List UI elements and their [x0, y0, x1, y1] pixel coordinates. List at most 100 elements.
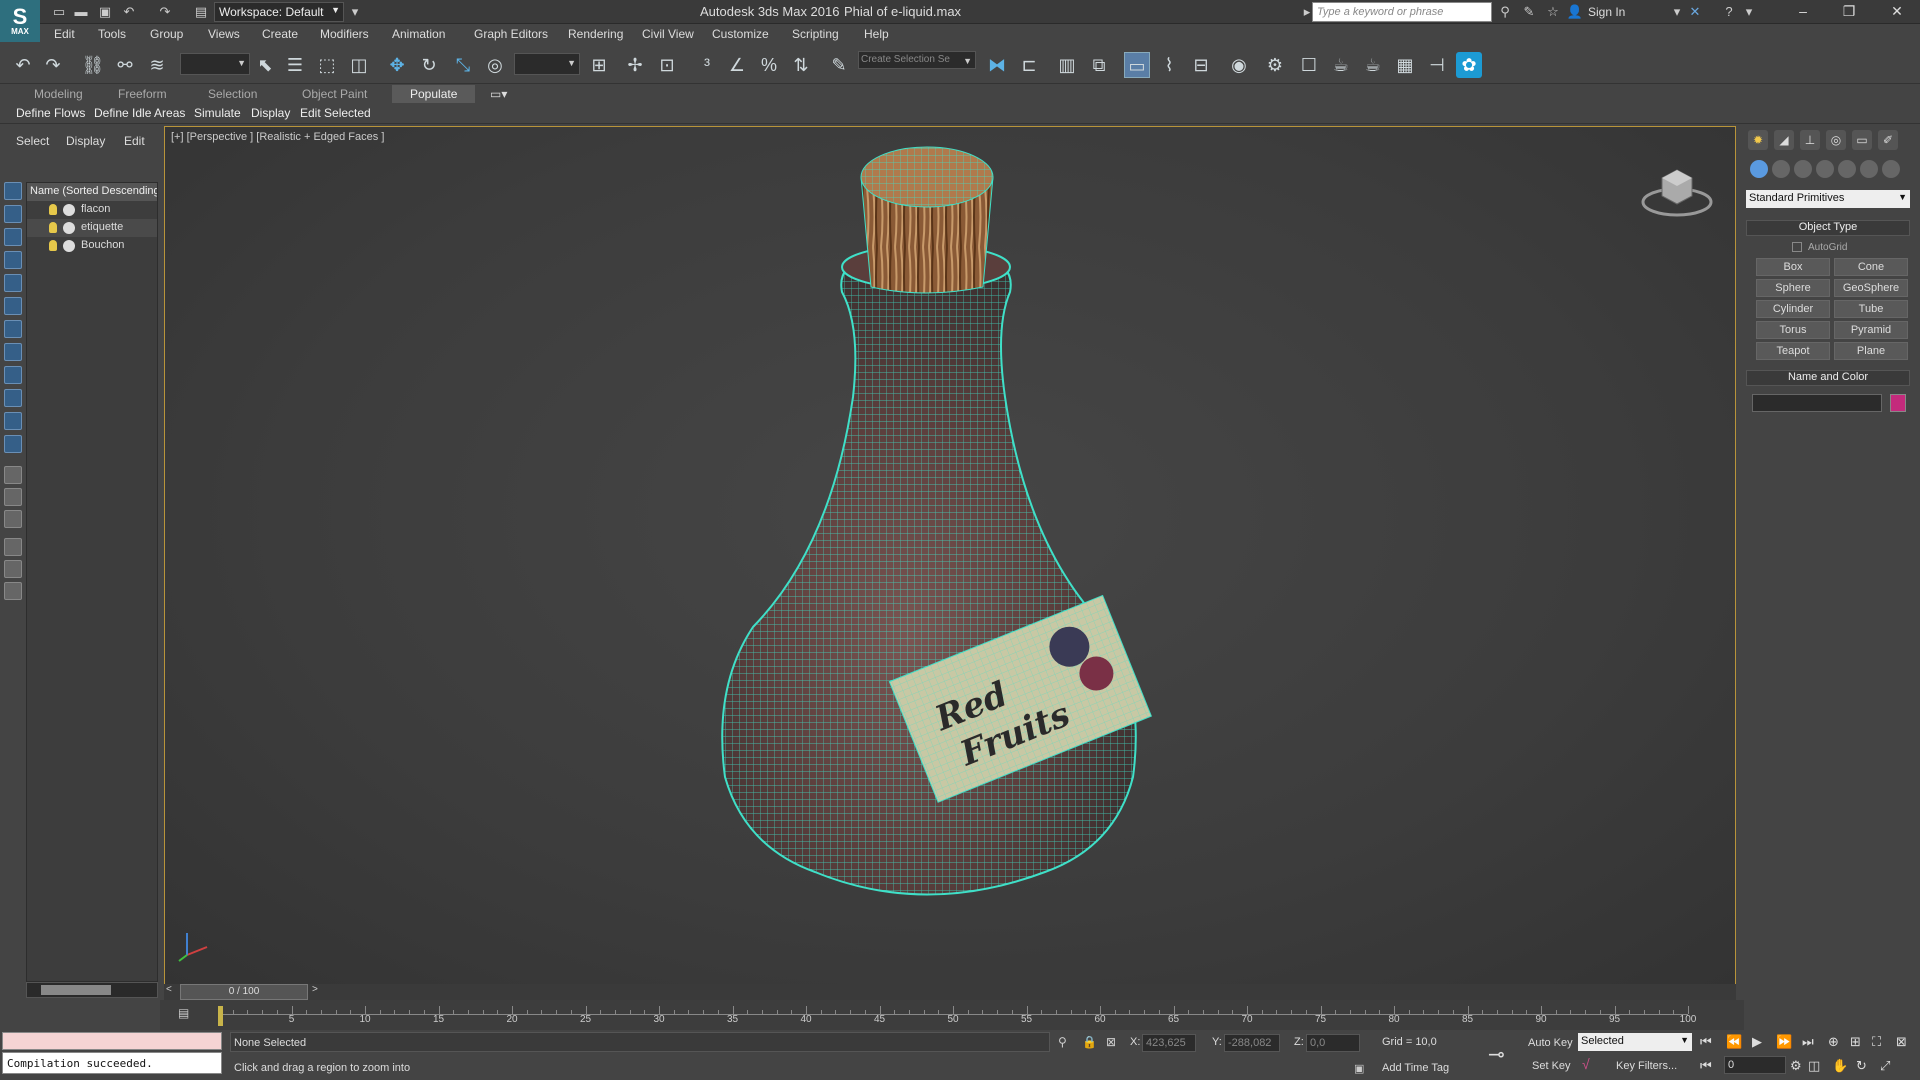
next-frame-icon[interactable]: ⏩ [1776, 1034, 1792, 1050]
motion-tab-icon[interactable]: ◎ [1826, 130, 1846, 150]
new-file-icon[interactable]: ▭ [50, 3, 68, 21]
maximize-viewport-icon[interactable]: ⤢ [1880, 1058, 1890, 1074]
set-key-button[interactable]: Set Key [1532, 1060, 1571, 1072]
current-frame-field[interactable]: 0 [1724, 1056, 1786, 1074]
filter-frozen-icon[interactable] [4, 412, 22, 430]
unlink-selection-icon[interactable]: ⚯ [112, 52, 138, 78]
geosphere-button[interactable]: GeoSphere [1834, 279, 1908, 297]
reference-coordinate-dropdown[interactable]: ▼ [514, 53, 580, 75]
time-cursor[interactable] [218, 1006, 223, 1026]
menu-create[interactable]: Create [262, 27, 298, 41]
selection-lock-icon[interactable]: 🔒 [1082, 1035, 1097, 1049]
simulate-button[interactable]: Simulate [194, 106, 241, 120]
zoom-extents-all-icon[interactable]: ⊠ [1896, 1034, 1907, 1050]
tab-modeling[interactable]: Modeling [34, 87, 83, 101]
object-color-swatch[interactable] [1890, 394, 1906, 412]
selection-filter-dropdown[interactable]: ▼ [180, 53, 250, 75]
zoom-region-icon[interactable]: ◫ [1808, 1058, 1820, 1074]
name-column-header[interactable]: Name (Sorted Descending) [27, 183, 157, 201]
helpers-category-icon[interactable] [1838, 160, 1856, 178]
select-and-link-icon[interactable]: ⛓ [80, 52, 106, 78]
rendered-frame-window-icon[interactable]: ☐ [1296, 52, 1322, 78]
key-mode-dropdown[interactable]: Selected ▼ [1578, 1033, 1692, 1051]
display-invert-icon[interactable] [4, 510, 22, 528]
cone-button[interactable]: Cone [1834, 258, 1908, 276]
rectangular-selection-icon[interactable]: ⬚ [314, 52, 340, 78]
select-and-rotate-icon[interactable]: ↻ [416, 52, 442, 78]
keyboard-shortcut-override-icon[interactable]: ⊡ [654, 52, 680, 78]
list-item[interactable]: Bouchon [27, 237, 157, 255]
name-and-color-rollout[interactable]: Name and Color [1746, 370, 1910, 386]
maximize-button[interactable]: ❐ [1826, 0, 1872, 24]
zoom-all-icon[interactable]: ⊞ [1850, 1034, 1861, 1050]
menu-modifiers[interactable]: Modifiers [320, 27, 369, 41]
define-flows-button[interactable]: Define Flows [16, 106, 85, 120]
edit-named-selection-icon[interactable]: ✎ [826, 52, 852, 78]
time-next-arrow-icon[interactable]: > [312, 984, 318, 995]
visibility-icon[interactable] [63, 204, 75, 216]
scene-tab-edit[interactable]: Edit [124, 134, 145, 148]
display-tab-icon[interactable]: ▭ [1852, 130, 1872, 150]
filter-helpers-icon[interactable] [4, 274, 22, 292]
chevron-down-icon[interactable]: ▾ [1668, 3, 1686, 21]
object-type-rollout[interactable]: Object Type [1746, 220, 1910, 236]
minimize-button[interactable]: – [1780, 0, 1826, 24]
torus-button[interactable]: Torus [1756, 321, 1830, 339]
select-by-name-icon[interactable]: ☰ [282, 52, 308, 78]
sign-in-link[interactable]: Sign In [1588, 5, 1625, 19]
render-production-icon[interactable]: ☕ [1328, 52, 1354, 78]
filter-bones-icon[interactable] [4, 366, 22, 384]
select-and-scale-icon[interactable]: ⤡ [450, 52, 476, 78]
binoculars-icon[interactable]: ⚲ [1496, 3, 1514, 21]
options-icon[interactable] [4, 582, 22, 600]
display-none-icon[interactable] [4, 488, 22, 506]
filter-hidden-icon[interactable] [4, 435, 22, 453]
select-object-icon[interactable]: ⬉ [252, 52, 278, 78]
render-iterative-icon[interactable]: ☕ [1360, 52, 1386, 78]
z-coordinate-field[interactable]: 0,0 [1306, 1034, 1360, 1052]
menu-graph-editors[interactable]: Graph Editors [474, 27, 548, 41]
curve-editor-icon[interactable]: ⌇ [1156, 52, 1182, 78]
menu-customize[interactable]: Customize [712, 27, 769, 41]
render-in-cloud-icon[interactable]: ▦ [1392, 52, 1418, 78]
filter-containers-icon[interactable] [4, 389, 22, 407]
a360-gallery-icon[interactable]: ✿ [1456, 52, 1482, 78]
cameras-category-icon[interactable] [1816, 160, 1834, 178]
tube-button[interactable]: Tube [1834, 300, 1908, 318]
help-menu-chevron-icon[interactable]: ▾ [1740, 3, 1758, 21]
time-slider-thumb[interactable]: 0 / 100 [180, 984, 308, 1000]
ribbon-options-icon[interactable]: ▭▾ [490, 87, 507, 101]
workspace-dropdown[interactable]: Workspace: Default ▼ [214, 2, 344, 22]
menu-scripting[interactable]: Scripting [792, 27, 839, 41]
redo-quick-icon[interactable]: ↷ [156, 3, 174, 21]
search-input[interactable]: Type a keyword or phrase [1312, 2, 1492, 22]
filter-lights-icon[interactable] [4, 228, 22, 246]
subscription-icon[interactable]: ✎ [1520, 3, 1538, 21]
edit-selected-button[interactable]: Edit Selected [300, 106, 371, 120]
filter-shapes-icon[interactable] [4, 205, 22, 223]
lights-category-icon[interactable] [1794, 160, 1812, 178]
mirror-icon[interactable]: ⧓ [984, 52, 1010, 78]
exchange-apps-icon[interactable]: ✕ [1686, 3, 1704, 21]
undo-icon[interactable]: ↶ [10, 52, 36, 78]
key-filters-button[interactable]: Key Filters... [1616, 1060, 1677, 1072]
bind-space-warp-icon[interactable]: ≋ [144, 52, 170, 78]
add-time-tag-button[interactable]: Add Time Tag [1382, 1062, 1449, 1074]
filter-funnel-icon[interactable] [4, 538, 22, 556]
define-idle-areas-button[interactable]: Define Idle Areas [94, 106, 185, 120]
space-warps-category-icon[interactable] [1860, 160, 1878, 178]
time-slider[interactable]: < 0 / 100 > [164, 984, 1736, 1000]
find-icon[interactable] [4, 560, 22, 578]
app-logo[interactable]: S MAX [0, 0, 40, 42]
shapes-category-icon[interactable] [1772, 160, 1790, 178]
zoom-extents-icon[interactable]: ⛶ [1872, 1034, 1881, 1050]
pan-view-icon[interactable]: ✋ [1832, 1058, 1848, 1074]
geometry-category-icon[interactable] [1750, 160, 1768, 178]
pivot-center-icon[interactable]: ⊞ [586, 52, 612, 78]
viewcube[interactable] [1640, 158, 1714, 218]
list-item[interactable]: flacon [27, 201, 157, 219]
cylinder-button[interactable]: Cylinder [1756, 300, 1830, 318]
display-button[interactable]: Display [251, 106, 290, 120]
redo-icon[interactable]: ↷ [40, 52, 66, 78]
object-category-dropdown[interactable]: Standard Primitives ▼ [1746, 190, 1910, 208]
